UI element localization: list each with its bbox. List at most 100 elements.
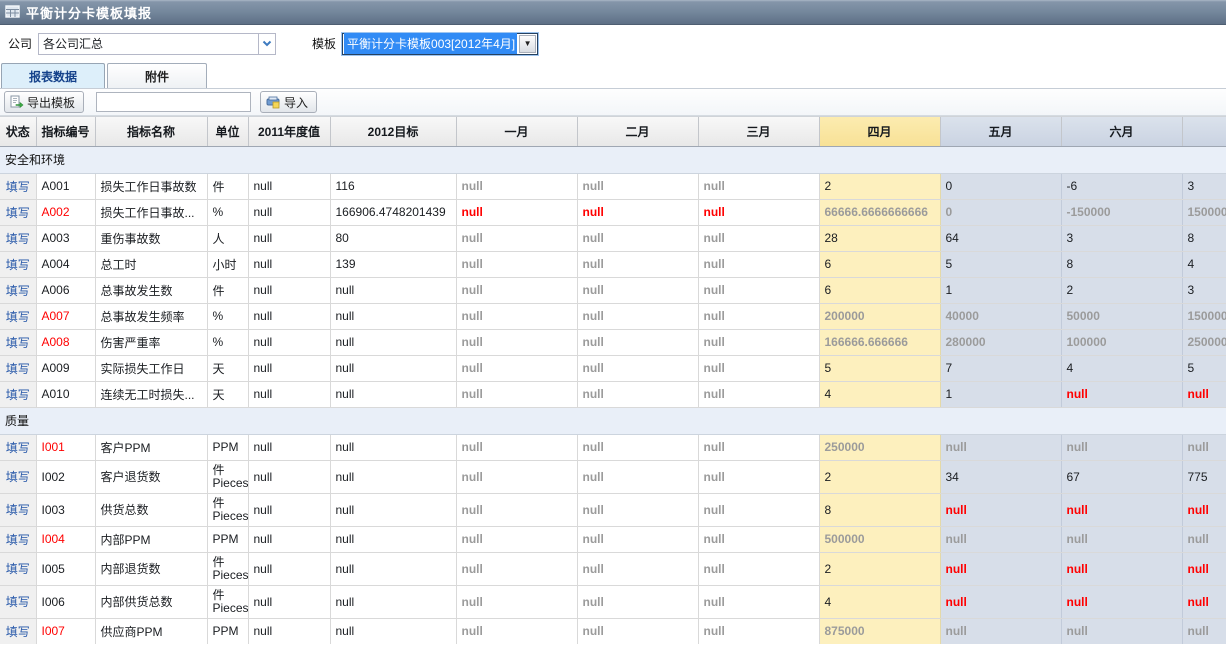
indicator-row-A003: 填写A003重伤事故数人null80nullnullnull286438 (0, 225, 1226, 251)
indicator-name: 总事故发生数 (95, 277, 207, 303)
indicator-row-A002: 填写A002损失工作日事故...%null166906.4748201439nu… (0, 199, 1226, 225)
month-value-5: null (940, 585, 1061, 618)
indicator-name: 连续无工时损失... (95, 381, 207, 407)
value-2011: null (248, 277, 330, 303)
month-value-1: null (456, 434, 577, 460)
indicator-row-I002: 填写I002客户退货数件Piecesnullnullnullnullnull23… (0, 460, 1226, 493)
month-value-3: null (698, 199, 819, 225)
month-value-6: null (1061, 526, 1182, 552)
indicator-code: I002 (36, 460, 95, 493)
month-value-5: null (940, 434, 1061, 460)
fill-in-link[interactable]: 填写 (6, 388, 30, 402)
target-2012: null (330, 329, 456, 355)
fill-in-link[interactable]: 填写 (6, 533, 30, 547)
value-2011: null (248, 329, 330, 355)
import-file-input[interactable] (96, 92, 251, 112)
column-header-7[interactable]: 一月 (456, 117, 577, 146)
indicator-code: A003 (36, 225, 95, 251)
target-2012: null (330, 303, 456, 329)
month-value-6: null (1061, 493, 1182, 526)
indicator-unit: % (207, 303, 248, 329)
tab-attachments[interactable]: 附件 (107, 63, 207, 88)
indicator-code: I003 (36, 493, 95, 526)
indicator-name: 客户退货数 (95, 460, 207, 493)
export-template-button[interactable]: 导出模板 (4, 91, 84, 113)
month-value-7: null (1182, 526, 1226, 552)
month-value-2: null (577, 526, 698, 552)
column-header-1[interactable]: 状态 (0, 117, 36, 146)
column-header-2[interactable]: 指标编号 (36, 117, 95, 146)
indicator-row-I004: 填写I004内部PPMPPMnullnullnullnullnull500000… (0, 526, 1226, 552)
fill-in-link[interactable]: 填写 (6, 336, 30, 350)
month-value-4: 2 (819, 173, 940, 199)
column-header-6[interactable]: 2012目标 (330, 117, 456, 146)
value-2011: null (248, 434, 330, 460)
month-value-1: null (456, 493, 577, 526)
month-value-7: 8 (1182, 225, 1226, 251)
fill-in-link[interactable]: 填写 (6, 258, 30, 272)
month-value-6: 8 (1061, 251, 1182, 277)
month-value-4: 6 (819, 277, 940, 303)
month-value-7: null (1182, 552, 1226, 585)
target-2012: null (330, 526, 456, 552)
fill-in-link[interactable]: 填写 (6, 232, 30, 246)
indicator-unit: PPM (207, 434, 248, 460)
column-header-9[interactable]: 三月 (698, 117, 819, 146)
column-header-11[interactable]: 五月 (940, 117, 1061, 146)
indicator-unit: 天 (207, 355, 248, 381)
import-button[interactable]: 导入 (260, 91, 317, 113)
month-value-1: null (456, 585, 577, 618)
group-row: 安全和环境 (0, 146, 1226, 173)
fill-in-link[interactable]: 填写 (6, 625, 30, 639)
fill-in-link[interactable]: 填写 (6, 284, 30, 298)
month-value-6: -6 (1061, 173, 1182, 199)
target-2012: null (330, 585, 456, 618)
month-value-4: 200000 (819, 303, 940, 329)
month-value-3: null (698, 303, 819, 329)
month-value-5: null (940, 618, 1061, 644)
month-value-7: 250000 (1182, 329, 1226, 355)
fill-in-link[interactable]: 填写 (6, 441, 30, 455)
tab-report-data[interactable]: 报表数据 (1, 63, 105, 88)
company-select[interactable]: 各公司汇总 (38, 33, 276, 55)
column-header-10[interactable]: 四月 (819, 117, 940, 146)
indicator-code: A008 (36, 329, 95, 355)
indicator-name: 供货总数 (95, 493, 207, 526)
value-2011: null (248, 251, 330, 277)
fill-in-link[interactable]: 填写 (6, 595, 30, 609)
value-2011: null (248, 303, 330, 329)
page-title: 平衡计分卡模板填报 (26, 3, 152, 22)
dropdown-arrow-icon[interactable]: ▼ (519, 35, 536, 53)
fill-in-link[interactable]: 填写 (6, 470, 30, 484)
month-value-4: 66666.6666666666 (819, 199, 940, 225)
month-value-2: null (577, 381, 698, 407)
column-header-4[interactable]: 单位 (207, 117, 248, 146)
month-value-4: 4 (819, 585, 940, 618)
target-2012: 80 (330, 225, 456, 251)
fill-in-link[interactable]: 填写 (6, 362, 30, 376)
column-header-3[interactable]: 指标名称 (95, 117, 207, 146)
indicator-code: I004 (36, 526, 95, 552)
fill-in-link[interactable]: 填写 (6, 503, 30, 517)
company-select-value: 各公司汇总 (39, 35, 258, 52)
indicator-name: 内部PPM (95, 526, 207, 552)
template-select[interactable]: 平衡计分卡模板003[2012年4月] ▼ (342, 33, 538, 55)
column-header-8[interactable]: 二月 (577, 117, 698, 146)
month-value-6: 100000 (1061, 329, 1182, 355)
month-value-1: null (456, 355, 577, 381)
column-header-13[interactable] (1182, 117, 1226, 146)
column-header-5[interactable]: 2011年度值 (248, 117, 330, 146)
fill-in-link[interactable]: 填写 (6, 180, 30, 194)
indicator-unit: 件Pieces (207, 552, 248, 585)
chevron-down-icon[interactable] (258, 34, 275, 54)
month-value-4: 4 (819, 381, 940, 407)
month-value-6: 50000 (1061, 303, 1182, 329)
fill-in-link[interactable]: 填写 (6, 310, 30, 324)
column-header-12[interactable]: 六月 (1061, 117, 1182, 146)
month-value-7: 4 (1182, 251, 1226, 277)
fill-in-link[interactable]: 填写 (6, 206, 30, 220)
target-2012: null (330, 618, 456, 644)
indicator-row-A001: 填写A001损失工作日事故数件null116nullnullnull20-63 (0, 173, 1226, 199)
fill-in-link[interactable]: 填写 (6, 562, 30, 576)
month-value-2: null (577, 552, 698, 585)
